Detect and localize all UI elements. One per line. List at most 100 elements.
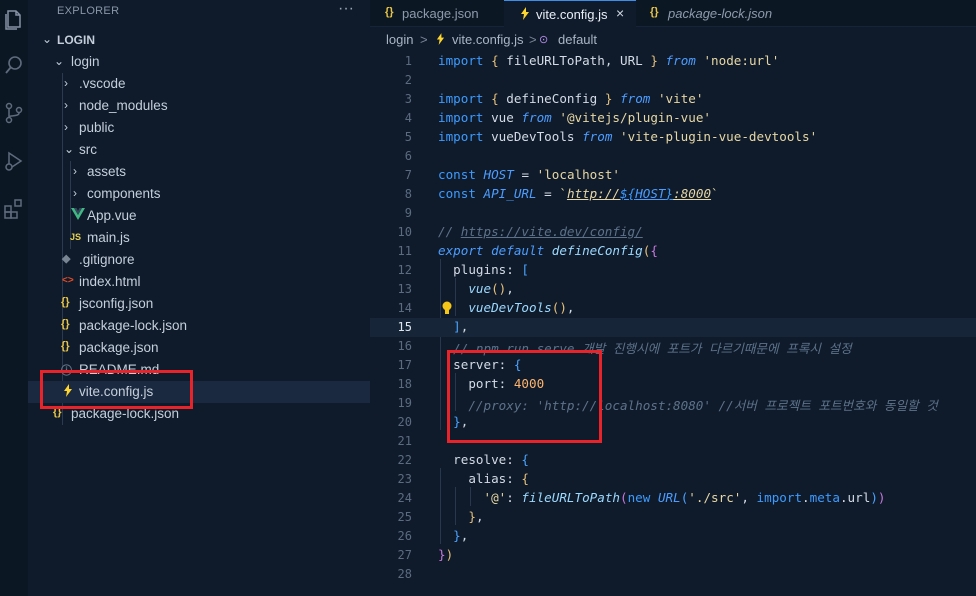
tree-item-package-lock-json[interactable]: {} package-lock.json [28, 315, 370, 337]
code-editor[interactable]: 1 import { fileURLToPath, URL } from 'nod… [370, 50, 976, 596]
line-content: }, [453, 528, 469, 543]
js-file-icon: JS [70, 232, 82, 242]
code-line: 12 plugins: [ [370, 261, 976, 280]
code-line: 6 [370, 147, 976, 166]
tab-vite-config-js[interactable]: vite.config.js × [504, 0, 636, 27]
tree-item-label: src [79, 142, 97, 157]
workspace-root[interactable]: ⌄ LOGIN [28, 29, 370, 51]
breadcrumb-separator: > [529, 32, 537, 47]
chevron-right-icon: › [73, 186, 77, 200]
tree-item-label: .vscode [79, 76, 126, 91]
more-actions-icon[interactable]: ··· [338, 0, 354, 18]
tree-item-index-html[interactable]: <> index.html [28, 271, 370, 293]
breadcrumb-folder[interactable]: login [386, 32, 413, 47]
line-number: 13 [397, 282, 412, 296]
tab-label: vite.config.js [536, 7, 608, 22]
code-line: 11 export default defineConfig({ [370, 242, 976, 261]
line-number: 10 [397, 225, 412, 239]
breadcrumb-symbol[interactable]: default [558, 32, 597, 47]
tree-item-gitignore[interactable]: ◆ .gitignore [28, 249, 370, 271]
line-number: 16 [397, 339, 412, 353]
line-content: export default defineConfig({ [438, 243, 658, 258]
line-content: const API_URL = `http://${HOST}:8000` [438, 186, 719, 201]
json-file-icon: {} [61, 318, 70, 330]
files-icon[interactable] [3, 8, 25, 30]
extensions-icon[interactable] [3, 198, 25, 220]
line-content: alias: { [438, 471, 529, 486]
line-number: 17 [397, 358, 412, 372]
line-number: 25 [397, 510, 412, 524]
code-line: 22 resolve: { [370, 451, 976, 470]
code-line: 8 const API_URL = `http://${HOST}:8000` [370, 185, 976, 204]
git-file-icon: ◆ [62, 253, 71, 265]
explorer-sidebar: EXPLORER ··· ⌄ LOGIN ⌄ login › .vscode ›… [28, 0, 370, 596]
code-line: 3 import { defineConfig } from 'vite' [370, 90, 976, 109]
line-number: 7 [404, 168, 412, 182]
tree-item-jsconfig-json[interactable]: {} jsconfig.json [28, 293, 370, 315]
tree-item-vscode[interactable]: › .vscode [28, 73, 370, 95]
tree-item-node-modules[interactable]: › node_modules [28, 95, 370, 117]
line-content: const HOST = 'localhost' [438, 167, 621, 182]
highlight-box-file [40, 370, 193, 409]
run-debug-icon[interactable] [3, 150, 25, 172]
code-line: 1 import { fileURLToPath, URL } from 'nod… [370, 52, 976, 71]
code-line: 24 '@': fileURLToPath(new URL('./src', i… [370, 489, 976, 508]
code-line-current: 15 ], [370, 318, 976, 337]
tree-item-label: App.vue [87, 208, 137, 223]
line-content: import vue from '@vitejs/plugin-vue' [438, 110, 712, 125]
line-number: 11 [397, 244, 412, 258]
tree-item-label: package.json [79, 340, 159, 355]
tree-item-components[interactable]: › components [28, 183, 370, 205]
line-number: 4 [404, 111, 412, 125]
breadcrumb-separator: > [420, 32, 428, 47]
tab-label: package.json [402, 6, 479, 21]
symbol-icon: ⊙ [539, 34, 549, 46]
code-line: 28 [370, 565, 976, 584]
tree-item-login[interactable]: ⌄ login [28, 51, 370, 73]
line-number: 15 [397, 320, 412, 334]
line-number: 8 [404, 187, 412, 201]
close-icon[interactable]: × [616, 5, 624, 21]
tab-package-json[interactable]: {} package.json [370, 0, 504, 27]
code-line: 26 }, [370, 527, 976, 546]
line-number: 9 [404, 206, 412, 220]
html-file-icon: <> [62, 275, 74, 286]
line-content: import vueDevTools from 'vite-plugin-vue… [438, 129, 818, 144]
tree-item-assets[interactable]: › assets [28, 161, 370, 183]
line-content: vueDevTools(), [468, 300, 575, 315]
json-file-icon: {} [61, 296, 70, 308]
code-line: 25 }, [370, 508, 976, 527]
tree-item-public[interactable]: › public [28, 117, 370, 139]
tree-item-label: package-lock.json [79, 318, 188, 333]
tree-item-app-vue[interactable]: App.vue [28, 205, 370, 227]
breadcrumb-file[interactable]: vite.config.js [452, 32, 524, 47]
json-file-icon: {} [385, 6, 394, 18]
line-number: 12 [397, 263, 412, 277]
chevron-right-icon: › [64, 120, 68, 134]
code-line: 4 import vue from '@vitejs/plugin-vue' [370, 109, 976, 128]
json-file-icon: {} [650, 6, 659, 18]
source-control-icon[interactable] [3, 102, 25, 124]
line-number: 22 [397, 453, 412, 467]
line-number: 3 [404, 92, 412, 106]
line-number: 24 [397, 491, 412, 505]
line-number: 20 [397, 415, 412, 429]
line-content: vue(), [468, 281, 514, 296]
line-content: // https://vite.dev/config/ [438, 224, 643, 239]
code-line: 7 const HOST = 'localhost' [370, 166, 976, 185]
vite-file-icon [520, 7, 530, 23]
line-number: 21 [397, 434, 412, 448]
code-line: 5 import vueDevTools from 'vite-plugin-vu… [370, 128, 976, 147]
line-number: 23 [397, 472, 412, 486]
activity-bar [0, 0, 28, 596]
tree-item-src[interactable]: ⌄ src [28, 139, 370, 161]
tree-item-main-js[interactable]: JS main.js [28, 227, 370, 249]
tree-item-label: login [71, 54, 100, 69]
search-icon[interactable] [3, 54, 25, 76]
tree-item-label: public [79, 120, 115, 135]
tab-package-lock-json[interactable]: {} package-lock.json [636, 0, 796, 27]
tree-item-package-json[interactable]: {} package.json [28, 337, 370, 359]
line-number: 6 [404, 149, 412, 163]
code-line: 13 vue(), [370, 280, 976, 299]
code-line: 14 vueDevTools(), [370, 299, 976, 318]
